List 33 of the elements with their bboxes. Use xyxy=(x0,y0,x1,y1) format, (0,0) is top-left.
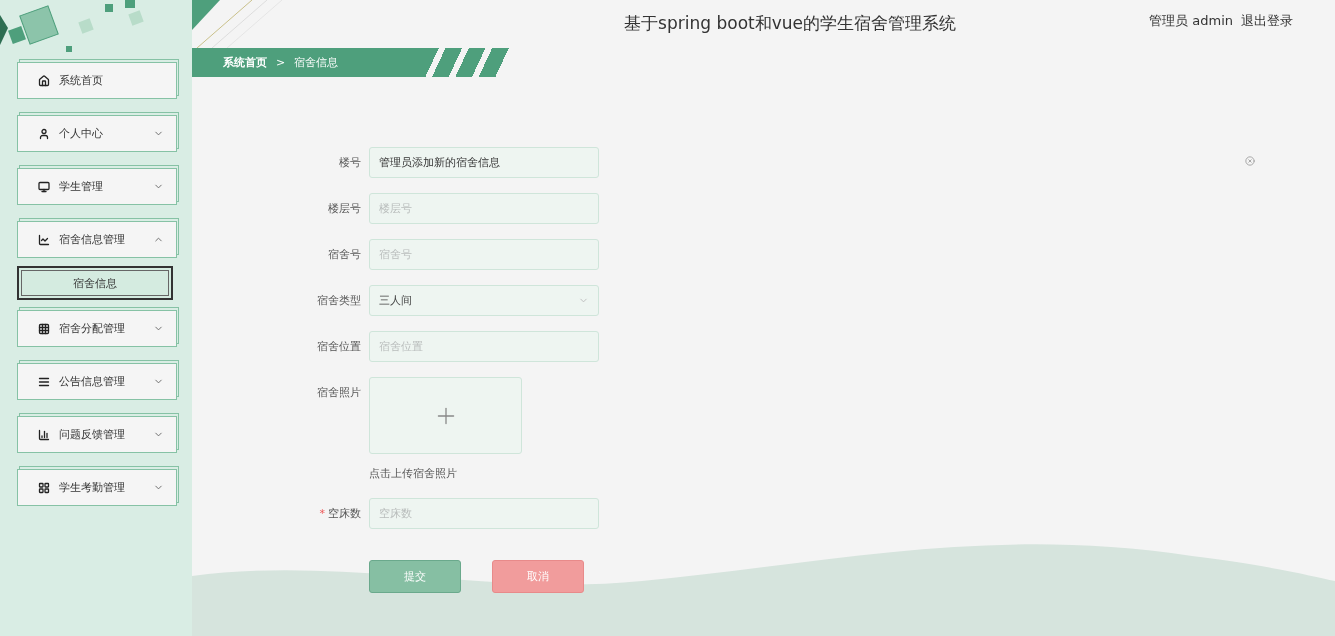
user-icon xyxy=(38,127,50,140)
field-label: 宿舍照片 xyxy=(316,385,361,401)
field-label: * 空床数 xyxy=(318,506,361,522)
line-chart-icon xyxy=(38,233,50,246)
menu-item[interactable]: 宿舍分配管理 xyxy=(17,310,177,347)
menu-item[interactable]: 问题反馈管理 xyxy=(17,416,177,453)
home-icon xyxy=(38,74,50,87)
submenu-item[interactable]: 宿舍信息 xyxy=(17,266,173,300)
close-icon[interactable] xyxy=(1245,156,1255,166)
field-label: 宿舍类型 xyxy=(316,293,361,309)
input-field[interactable]: 管理员添加新的宿舍信息 xyxy=(369,147,599,178)
monitor-icon xyxy=(38,180,50,193)
user-name: 管理员 admin xyxy=(1149,12,1233,30)
tiles-icon xyxy=(38,481,50,494)
menu-item[interactable]: 学生考勤管理 xyxy=(17,469,177,506)
field-label: 楼号 xyxy=(338,155,361,171)
breadcrumb-separator: > xyxy=(276,56,286,69)
field-label: 宿舍号 xyxy=(327,247,361,263)
upload-hint: 点击上传宿舍照片 xyxy=(369,466,457,481)
select-field[interactable]: 三人间 xyxy=(369,285,599,316)
bar-chart-icon xyxy=(38,428,50,441)
list-icon xyxy=(38,375,50,388)
menu-item[interactable]: 个人中心 xyxy=(17,115,177,152)
grid-icon xyxy=(38,322,50,335)
field-label: 宿舍位置 xyxy=(316,339,361,355)
logout-link[interactable]: 退出登录 xyxy=(1241,12,1293,30)
upload-box[interactable] xyxy=(369,377,522,454)
menu-item[interactable]: 系统首页 xyxy=(17,62,177,99)
menu-item[interactable]: 公告信息管理 xyxy=(17,363,177,400)
page-title: 基于spring boot和vue的学生宿舍管理系统 xyxy=(624,12,956,35)
menu-item[interactable]: 学生管理 xyxy=(17,168,177,205)
menu-item[interactable]: 宿舍信息管理 xyxy=(17,221,177,258)
field-label: 楼层号 xyxy=(327,201,361,217)
